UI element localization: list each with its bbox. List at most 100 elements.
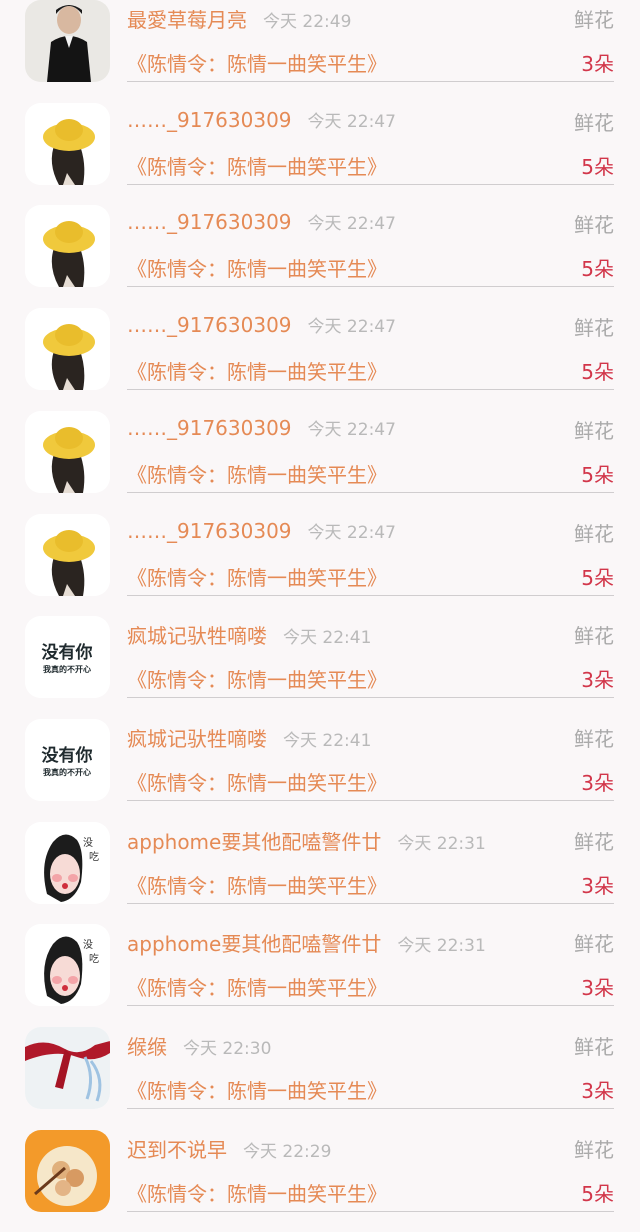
gift-type-label: 鲜花 bbox=[574, 213, 614, 238]
user-name[interactable]: ……_917630309 bbox=[127, 416, 292, 440]
list-item[interactable]: ……_917630309 今天 22:47 鲜花 《陈情令：陈情一曲笑平生》 5朵 bbox=[0, 410, 640, 514]
timestamp: 今天 22:41 bbox=[283, 730, 372, 751]
svg-text:没: 没 bbox=[83, 837, 93, 849]
avatar-subtext: 我真的不开心 bbox=[43, 767, 91, 777]
yellow-hat-girl-avatar-icon bbox=[25, 205, 110, 288]
work-title-link[interactable]: 《陈情令：陈情一曲笑平生》 bbox=[127, 1075, 387, 1104]
work-title-link[interactable]: 《陈情令：陈情一曲笑平生》 bbox=[127, 972, 387, 1001]
gift-count: 5朵 bbox=[581, 565, 614, 590]
gift-type-label: 鲜花 bbox=[574, 726, 614, 751]
svg-text:吃: 吃 bbox=[89, 952, 99, 965]
gift-count: 3朵 bbox=[581, 873, 614, 898]
cartoon-face-avatar-icon: 没 吃 bbox=[25, 924, 110, 1007]
svg-text:吃: 吃 bbox=[89, 850, 99, 863]
avatar-subtext: 我真的不开心 bbox=[43, 664, 91, 674]
yellow-hat-girl-avatar-icon bbox=[25, 513, 110, 596]
gift-count: 5朵 bbox=[581, 360, 614, 385]
avatar[interactable]: 没有你 我真的不开心 bbox=[25, 616, 110, 699]
avatar[interactable] bbox=[25, 308, 110, 391]
svg-text:没: 没 bbox=[83, 939, 93, 951]
timestamp: 今天 22:47 bbox=[307, 419, 396, 440]
gift-count: 5朵 bbox=[581, 257, 614, 282]
avatar[interactable] bbox=[25, 205, 110, 288]
yellow-hat-girl-avatar-icon bbox=[25, 308, 110, 391]
list-item[interactable]: 没 吃 apphome要其他配嗑警件廿 今天 22:31 鲜花 《陈情令：陈情一曲… bbox=[0, 924, 640, 1027]
list-item[interactable]: 缑缑 今天 22:30 鲜花 《陈情令：陈情一曲笑平生》 3朵 bbox=[0, 1027, 640, 1130]
list-item[interactable]: ……_917630309 今天 22:47 鲜花 《陈情令：陈情一曲笑平生》 5朵 bbox=[0, 513, 640, 617]
divider bbox=[127, 1108, 614, 1109]
avatar[interactable] bbox=[25, 1129, 110, 1212]
avatar[interactable] bbox=[25, 513, 110, 596]
work-title-link[interactable]: 《陈情令：陈情一曲笑平生》 bbox=[127, 664, 387, 693]
user-name[interactable]: apphome要其他配嗑警件廿 bbox=[127, 830, 381, 854]
divider bbox=[127, 389, 614, 391]
man-in-suit-avatar-icon bbox=[25, 0, 110, 82]
work-title-link[interactable]: 《陈情令：陈情一曲笑平生》 bbox=[127, 356, 387, 385]
list-item[interactable]: 没 吃 apphome要其他配嗑警件廿 今天 22:31 鲜花 《陈情令：陈情一曲… bbox=[0, 821, 640, 925]
list-item[interactable]: 迟到不说早 今天 22:29 鲜花 《陈情令：陈情一曲笑平生》 5朵 bbox=[0, 1129, 640, 1232]
work-title-link[interactable]: 《陈情令：陈情一曲笑平生》 bbox=[127, 767, 387, 796]
gift-type-label: 鲜花 bbox=[574, 829, 614, 854]
divider bbox=[127, 183, 614, 185]
gift-type-label: 鲜花 bbox=[574, 1137, 614, 1162]
list-item[interactable]: 没有你 我真的不开心 疯城记驮牲嘀喽 今天 22:41 鲜花 《陈情令：陈情一曲笑… bbox=[0, 616, 640, 719]
list-item[interactable]: 没有你 我真的不开心 疯城记驮牲嘀喽 今天 22:41 鲜花 《陈情令：陈情一曲笑… bbox=[0, 718, 640, 822]
gift-type-label: 鲜花 bbox=[574, 932, 614, 957]
divider bbox=[127, 697, 614, 699]
gift-type-label: 鲜花 bbox=[574, 624, 614, 649]
avatar-text: 没有你 bbox=[42, 642, 93, 663]
work-title-link[interactable]: 《陈情令：陈情一曲笑平生》 bbox=[127, 562, 387, 591]
timestamp: 今天 22:47 bbox=[307, 214, 396, 235]
user-name[interactable]: ……_917630309 bbox=[127, 108, 292, 132]
avatar[interactable] bbox=[25, 1027, 110, 1109]
avatar[interactable] bbox=[25, 410, 110, 493]
gift-count: 5朵 bbox=[581, 462, 614, 487]
timestamp: 今天 22:47 bbox=[307, 317, 396, 338]
user-name[interactable]: apphome要其他配嗑警件廿 bbox=[127, 932, 381, 956]
timestamp: 今天 22:47 bbox=[307, 522, 396, 543]
list-item[interactable]: 最愛草莓月亮 今天 22:49 鲜花 《陈情令：陈情一曲笑平生》 3朵 bbox=[0, 0, 640, 103]
work-title-link[interactable]: 《陈情令：陈情一曲笑平生》 bbox=[127, 253, 387, 282]
user-name[interactable]: ……_917630309 bbox=[127, 519, 292, 543]
text-avatar-icon: 没有你 我真的不开心 bbox=[25, 616, 110, 699]
list-item[interactable]: ……_917630309 今天 22:47 鲜花 《陈情令：陈情一曲笑平生》 5朵 bbox=[0, 308, 640, 411]
yellow-hat-girl-avatar-icon bbox=[25, 410, 110, 493]
text-avatar-icon: 没有你 我真的不开心 bbox=[25, 718, 110, 801]
timestamp: 今天 22:31 bbox=[397, 936, 486, 957]
user-name[interactable]: ……_917630309 bbox=[127, 313, 292, 337]
user-name[interactable]: 疯城记驮牲嘀喽 bbox=[127, 624, 267, 648]
gift-count: 5朵 bbox=[581, 1181, 614, 1206]
divider bbox=[127, 81, 614, 82]
work-title-link[interactable]: 《陈情令：陈情一曲笑平生》 bbox=[127, 151, 387, 180]
user-name[interactable]: 迟到不说早 bbox=[127, 1138, 227, 1162]
list-item[interactable]: ……_917630309 今天 22:47 鲜花 《陈情令：陈情一曲笑平生》 5朵 bbox=[0, 102, 640, 206]
user-name[interactable]: 缑缑 bbox=[127, 1035, 167, 1059]
avatar-text: 没有你 bbox=[42, 745, 93, 766]
user-name[interactable]: 疯城记驮牲嘀喽 bbox=[127, 727, 267, 751]
divider bbox=[127, 1210, 614, 1212]
user-name[interactable]: 最愛草莓月亮 bbox=[127, 8, 247, 32]
gift-type-label: 鲜花 bbox=[574, 521, 614, 546]
gift-type-label: 鲜花 bbox=[574, 418, 614, 443]
gift-type-label: 鲜花 bbox=[574, 316, 614, 341]
work-title-link[interactable]: 《陈情令：陈情一曲笑平生》 bbox=[127, 459, 387, 488]
avatar[interactable]: 没有你 我真的不开心 bbox=[25, 718, 110, 801]
timestamp: 今天 22:31 bbox=[397, 833, 486, 854]
gift-type-label: 鲜花 bbox=[574, 8, 614, 32]
avatar[interactable]: 没 吃 bbox=[25, 821, 110, 904]
divider bbox=[127, 1005, 614, 1007]
divider bbox=[127, 286, 614, 288]
avatar[interactable] bbox=[25, 102, 110, 185]
ribbon-avatar-icon bbox=[25, 1027, 110, 1109]
work-title-link[interactable]: 《陈情令：陈情一曲笑平生》 bbox=[127, 1178, 387, 1207]
list-item[interactable]: ……_917630309 今天 22:47 鲜花 《陈情令：陈情一曲笑平生》 5朵 bbox=[0, 205, 640, 308]
avatar[interactable] bbox=[25, 0, 110, 82]
cartoon-face-avatar-icon: 没 吃 bbox=[25, 821, 110, 904]
gift-count: 3朵 bbox=[581, 1079, 614, 1103]
user-name[interactable]: ……_917630309 bbox=[127, 210, 292, 234]
gift-record-list: 最愛草莓月亮 今天 22:49 鲜花 《陈情令：陈情一曲笑平生》 3朵 ……_91… bbox=[0, 0, 640, 1212]
timestamp: 今天 22:41 bbox=[283, 628, 372, 649]
avatar[interactable]: 没 吃 bbox=[25, 924, 110, 1007]
work-title-link[interactable]: 《陈情令：陈情一曲笑平生》 bbox=[127, 870, 387, 899]
work-title-link[interactable]: 《陈情令：陈情一曲笑平生》 bbox=[127, 48, 387, 77]
